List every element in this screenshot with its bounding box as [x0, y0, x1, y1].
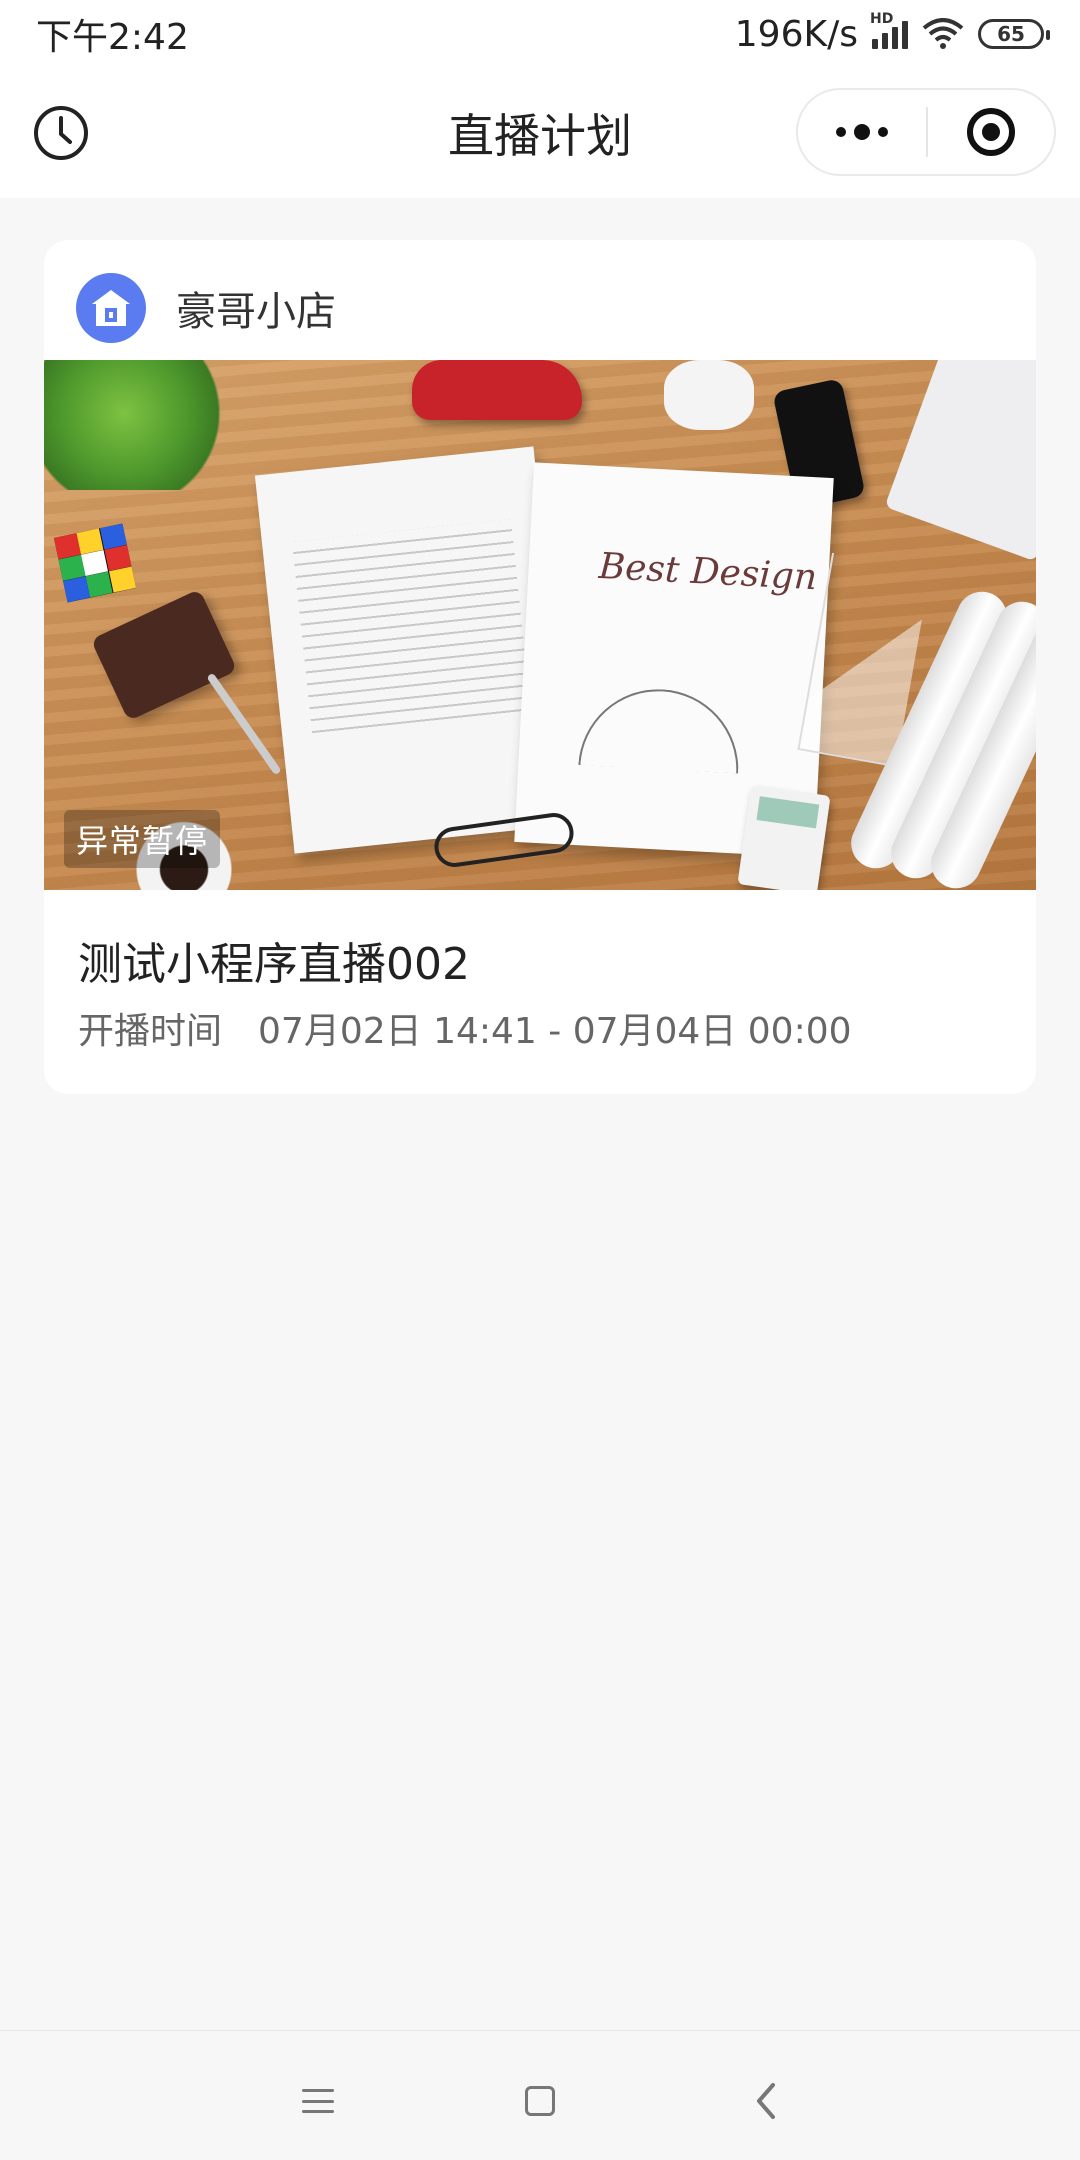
live-time-row: 开播时间 07月02日 14:41 - 07月04日 00:00: [78, 1002, 852, 1054]
status-time: 下午2:42: [36, 17, 189, 58]
paper-rolls-decoration: [842, 580, 1036, 890]
menu-lines-icon[interactable]: [288, 2071, 348, 2131]
calculator-decoration: [737, 784, 831, 890]
toy-car-decoration: [412, 360, 582, 420]
signal-icon: HD: [870, 11, 908, 49]
live-title: 测试小程序直播002: [78, 939, 470, 990]
back-chevron-icon[interactable]: [736, 2071, 796, 2131]
status-right: 196K/s HD 65: [734, 11, 1050, 55]
time-label: 开播时间: [78, 1011, 223, 1052]
live-card[interactable]: 豪哥小店 Best Design 异常暂停 测试小程序直播002 开播时间 07…: [44, 240, 1036, 1094]
target-close-icon[interactable]: [928, 90, 1054, 174]
nav-bar: 直播计划: [0, 68, 1080, 198]
home-square-icon[interactable]: [510, 2071, 570, 2131]
status-badge: 异常暂停: [64, 810, 221, 868]
cover-art-text: Best Design: [597, 545, 819, 599]
battery-icon: 65: [978, 19, 1050, 49]
hd-label: HD: [870, 11, 894, 27]
alarm-clock-decoration: [664, 360, 754, 430]
shop-row: 豪哥小店: [76, 272, 336, 344]
wifi-icon: [922, 18, 964, 49]
mini-program-capsule: [796, 88, 1056, 176]
clock-icon[interactable]: [32, 104, 90, 162]
shop-house-icon: [76, 273, 146, 343]
time-range: 07月02日 14:41 - 07月04日 00:00: [258, 1011, 852, 1052]
more-dots-icon[interactable]: [798, 90, 926, 174]
system-nav-bar: [0, 2030, 1080, 2160]
plant-decoration: [44, 360, 234, 490]
shop-name: 豪哥小店: [176, 289, 336, 335]
network-speed: 196K/s: [734, 13, 858, 55]
status-bar: 下午2:42 196K/s HD 65: [0, 0, 1080, 68]
battery-level: 65: [997, 22, 1025, 46]
live-cover-image[interactable]: Best Design 异常暂停: [44, 360, 1036, 890]
